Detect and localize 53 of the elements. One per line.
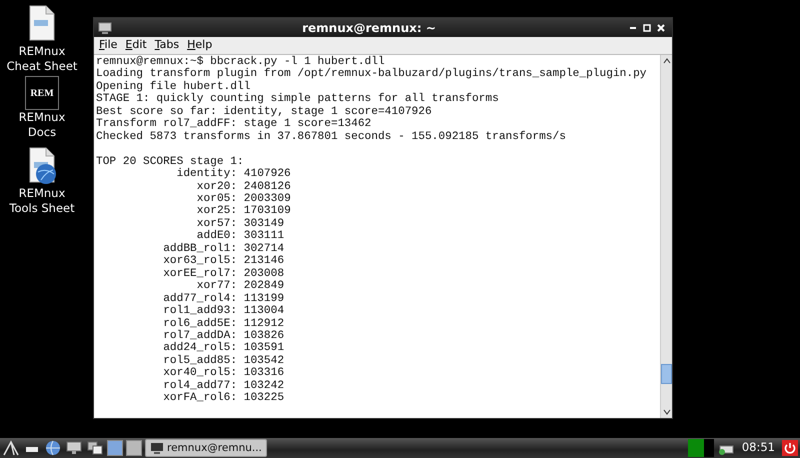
close-icon (657, 24, 665, 32)
menu-item[interactable]: Edit (122, 37, 150, 54)
score-line: rol6_add5E: 112912 (163, 318, 284, 330)
icon-label: REMnux Docs (18, 110, 66, 140)
terminal-line: Best score so far: identity, stage 1 score=4107926 (96, 106, 432, 118)
icon-label: REMnux Tools Sheet (8, 186, 76, 216)
monitor-icon[interactable] (65, 439, 83, 457)
score-line: rol5_add85: 103542 (163, 354, 284, 367)
scrollbar[interactable] (660, 55, 672, 418)
task-button[interactable]: remnux@remnu... (145, 439, 267, 457)
score-line: addBB_rol1: 302714 (163, 242, 284, 255)
score-line: xorFA_rol6: 103225 (163, 392, 284, 405)
score-line: identity: 4107926 (176, 168, 291, 181)
menu-item[interactable]: Tabs (152, 37, 182, 54)
score-line: xor77: 202849 (196, 280, 284, 292)
cpu-monitor (688, 439, 714, 457)
logo-icon[interactable]: REM (25, 76, 59, 110)
monitor-icon (150, 442, 164, 454)
maximize-icon (643, 24, 651, 32)
terminal-line: STAGE 1: quickly counting simple patterns for all transforms (96, 93, 499, 106)
terminal-line: Opening file hubert.dll (96, 80, 250, 93)
score-line: xor25: 1703109 (196, 205, 291, 218)
windows-icon[interactable] (86, 439, 104, 457)
menu-icon[interactable] (2, 439, 20, 457)
menu-item[interactable]: Help (184, 37, 216, 54)
menu-item[interactable]: File (96, 37, 120, 54)
score-line: add77_rol4: 113199 (163, 292, 284, 305)
score-line: xor57: 303149 (196, 218, 284, 230)
scroll-thumb[interactable] (661, 364, 672, 384)
terminal-line: Checked 5873 transforms in 37.867801 seconds - 155.092185 transforms/s (96, 130, 566, 144)
power-icon[interactable] (782, 440, 798, 456)
icon-label: REMnux Cheat Sheet (6, 44, 78, 74)
score-line: xor40_rol5: 103316 (163, 367, 284, 380)
terminal-line: remnux@remnux:~$ bbcrack.py -l 1 hubert.dll (96, 56, 385, 68)
score-line: rol7_addDA: 103826 (163, 330, 284, 342)
score-line: xor63_rol5: 213146 (163, 255, 284, 268)
minimize-icon (630, 26, 636, 28)
score-line: rol4_add77: 103242 (163, 380, 284, 392)
terminal-line: TOP 20 SCORES stage 1: (96, 156, 244, 168)
score-line: xor05: 2003309 (196, 192, 291, 206)
terminal-icon[interactable] (98, 22, 112, 34)
clock: 08:51 (742, 439, 775, 456)
score-line: xor20: 2408126 (196, 180, 291, 193)
score-line: rol1_add93: 113004 (163, 305, 284, 318)
scroll-up-icon[interactable] (662, 58, 670, 64)
terminal-line: Loading transform plugin from /opt/remnux-balbuzard/plugins/trans_sample_plugin.py (96, 68, 647, 80)
globe-icon[interactable] (44, 439, 62, 457)
score-line: add24_rol5: 103591 (163, 342, 284, 354)
score-line: addE0: 303111 (196, 230, 284, 242)
scroll-down-icon[interactable] (662, 409, 670, 415)
window-title: remnux@remnux: ~ (301, 20, 437, 34)
terminal-line: Transform rol7_addFF: stage 1 score=13462 (96, 118, 372, 130)
score-line: xorEE_rol7: 203008 (163, 268, 284, 280)
